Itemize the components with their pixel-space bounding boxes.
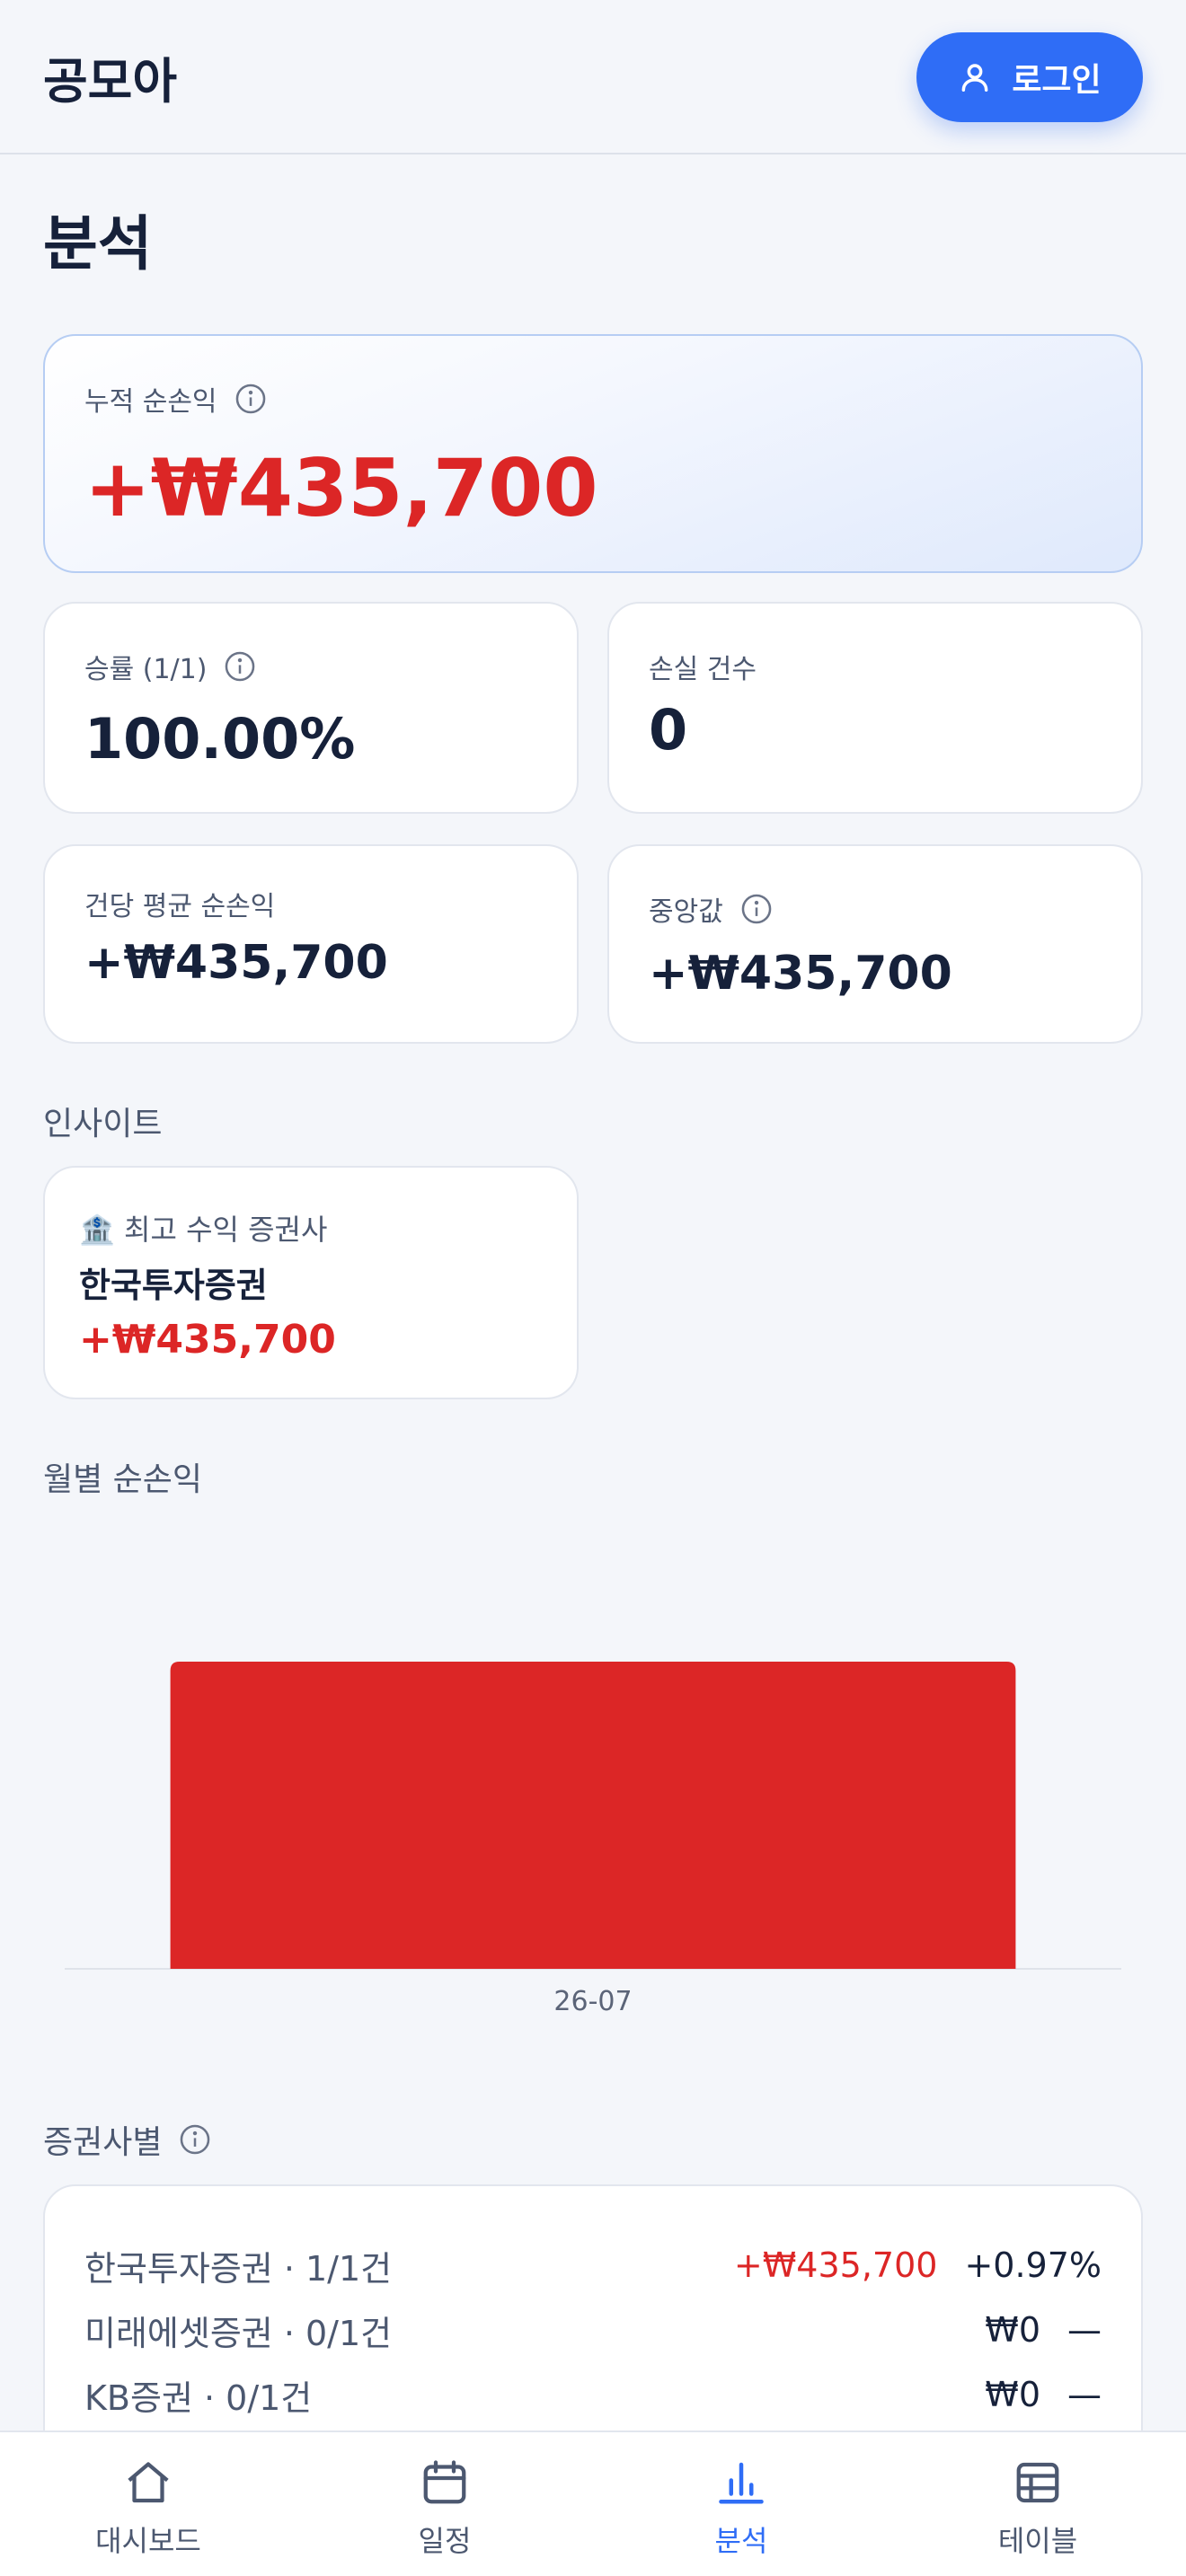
broker-name: 한국투자증권 · 1/1건 <box>84 2248 393 2289</box>
x-tick-label: 26-07 <box>553 1986 632 2017</box>
nav-item-analysis[interactable]: 분석 <box>593 2432 890 2576</box>
user-icon <box>961 64 988 92</box>
chart-bar[interactable] <box>170 1662 1016 1969</box>
win-rate-card: 승률 (1/1) 100.00% <box>43 602 579 814</box>
info-icon[interactable] <box>739 892 774 926</box>
by-broker-title: 증권사별 <box>43 2124 163 2161</box>
broker-row: 미래에셋증권 · 0/1건 ₩0 — <box>84 2303 1102 2357</box>
nav-label: 일정 <box>418 2524 472 2558</box>
broker-name: KB증권 · 0/1건 <box>84 2378 313 2418</box>
nav-label: 테이블 <box>997 2524 1078 2558</box>
loss-count-value: 0 <box>649 697 688 763</box>
cumulative-pnl-value: +₩435,700 <box>84 442 598 534</box>
median-card: 중앙값 +₩435,700 <box>607 844 1143 1044</box>
top-broker-value: +₩435,700 <box>79 1317 336 1363</box>
broker-amount: +₩435,700 <box>733 2245 938 2285</box>
bar-chart-icon <box>719 2462 764 2504</box>
info-icon[interactable] <box>223 649 257 684</box>
top-broker-label: 최고 수익 증권사 <box>124 1213 328 1247</box>
app-header: 공모아 로그인 <box>0 0 1186 154</box>
insights-title: 인사이트 <box>43 1106 163 1142</box>
bottom-nav: 대시보드 일정 분석 테이블 <box>0 2430 1186 2576</box>
page-title: 분석 <box>43 209 153 278</box>
broker-amount: ₩0 <box>985 2310 1040 2350</box>
broker-return-pct: +0.97% <box>964 2245 1102 2285</box>
broker-return-pct: — <box>1067 2310 1102 2350</box>
nav-label: 대시보드 <box>95 2524 201 2558</box>
avg-pnl-label: 건당 평균 순손익 <box>84 891 276 922</box>
login-label: 로그인 <box>1012 62 1102 99</box>
bank-icon: 🏦 <box>79 1213 115 1247</box>
home-icon <box>128 2462 169 2503</box>
table-icon <box>1016 2462 1059 2503</box>
info-icon[interactable] <box>234 382 268 416</box>
app-title: 공모아 <box>43 53 178 110</box>
median-label: 중앙값 <box>649 896 723 928</box>
login-button[interactable]: 로그인 <box>916 32 1143 122</box>
nav-item-dashboard[interactable]: 대시보드 <box>0 2432 296 2576</box>
top-broker-name: 한국투자증권 <box>79 1266 268 1305</box>
loss-count-card: 손실 건수 0 <box>607 602 1143 814</box>
win-rate-label: 승률 (1/1) <box>84 654 208 685</box>
median-value: +₩435,700 <box>649 947 952 1001</box>
cumulative-pnl-label: 누적 순손익 <box>84 386 217 418</box>
nav-label: 분석 <box>714 2524 768 2558</box>
by-broker-card: 한국투자증권 · 1/1건 +₩435,700 +0.97% 미래에셋증권 · … <box>43 2184 1143 2472</box>
monthly-pnl-chart: 26-07 <box>65 1662 1121 2017</box>
broker-return-pct: — <box>1067 2375 1102 2414</box>
avg-pnl-value: +₩435,700 <box>84 936 388 990</box>
nav-item-schedule[interactable]: 일정 <box>296 2432 593 2576</box>
avg-pnl-card: 건당 평균 순손익 +₩435,700 <box>43 844 579 1044</box>
loss-count-label: 손실 건수 <box>649 654 757 685</box>
broker-amount: ₩0 <box>985 2375 1040 2414</box>
win-rate-value: 100.00% <box>84 706 356 772</box>
broker-name: 미래에셋증권 · 0/1건 <box>84 2313 393 2353</box>
nav-item-table[interactable]: 테이블 <box>890 2432 1186 2576</box>
cumulative-pnl-card: 누적 순손익 +₩435,700 <box>43 334 1143 573</box>
broker-row: 한국투자증권 · 1/1건 +₩435,700 +0.97% <box>84 2238 1102 2292</box>
broker-row: KB증권 · 0/1건 ₩0 — <box>84 2368 1102 2422</box>
monthly-pnl-title: 월별 순손익 <box>43 1461 203 1498</box>
calendar-icon <box>423 2460 466 2504</box>
top-broker-insight-card: 🏦 최고 수익 증권사 한국투자증권 +₩435,700 <box>43 1166 579 1399</box>
info-icon[interactable] <box>178 2122 212 2157</box>
